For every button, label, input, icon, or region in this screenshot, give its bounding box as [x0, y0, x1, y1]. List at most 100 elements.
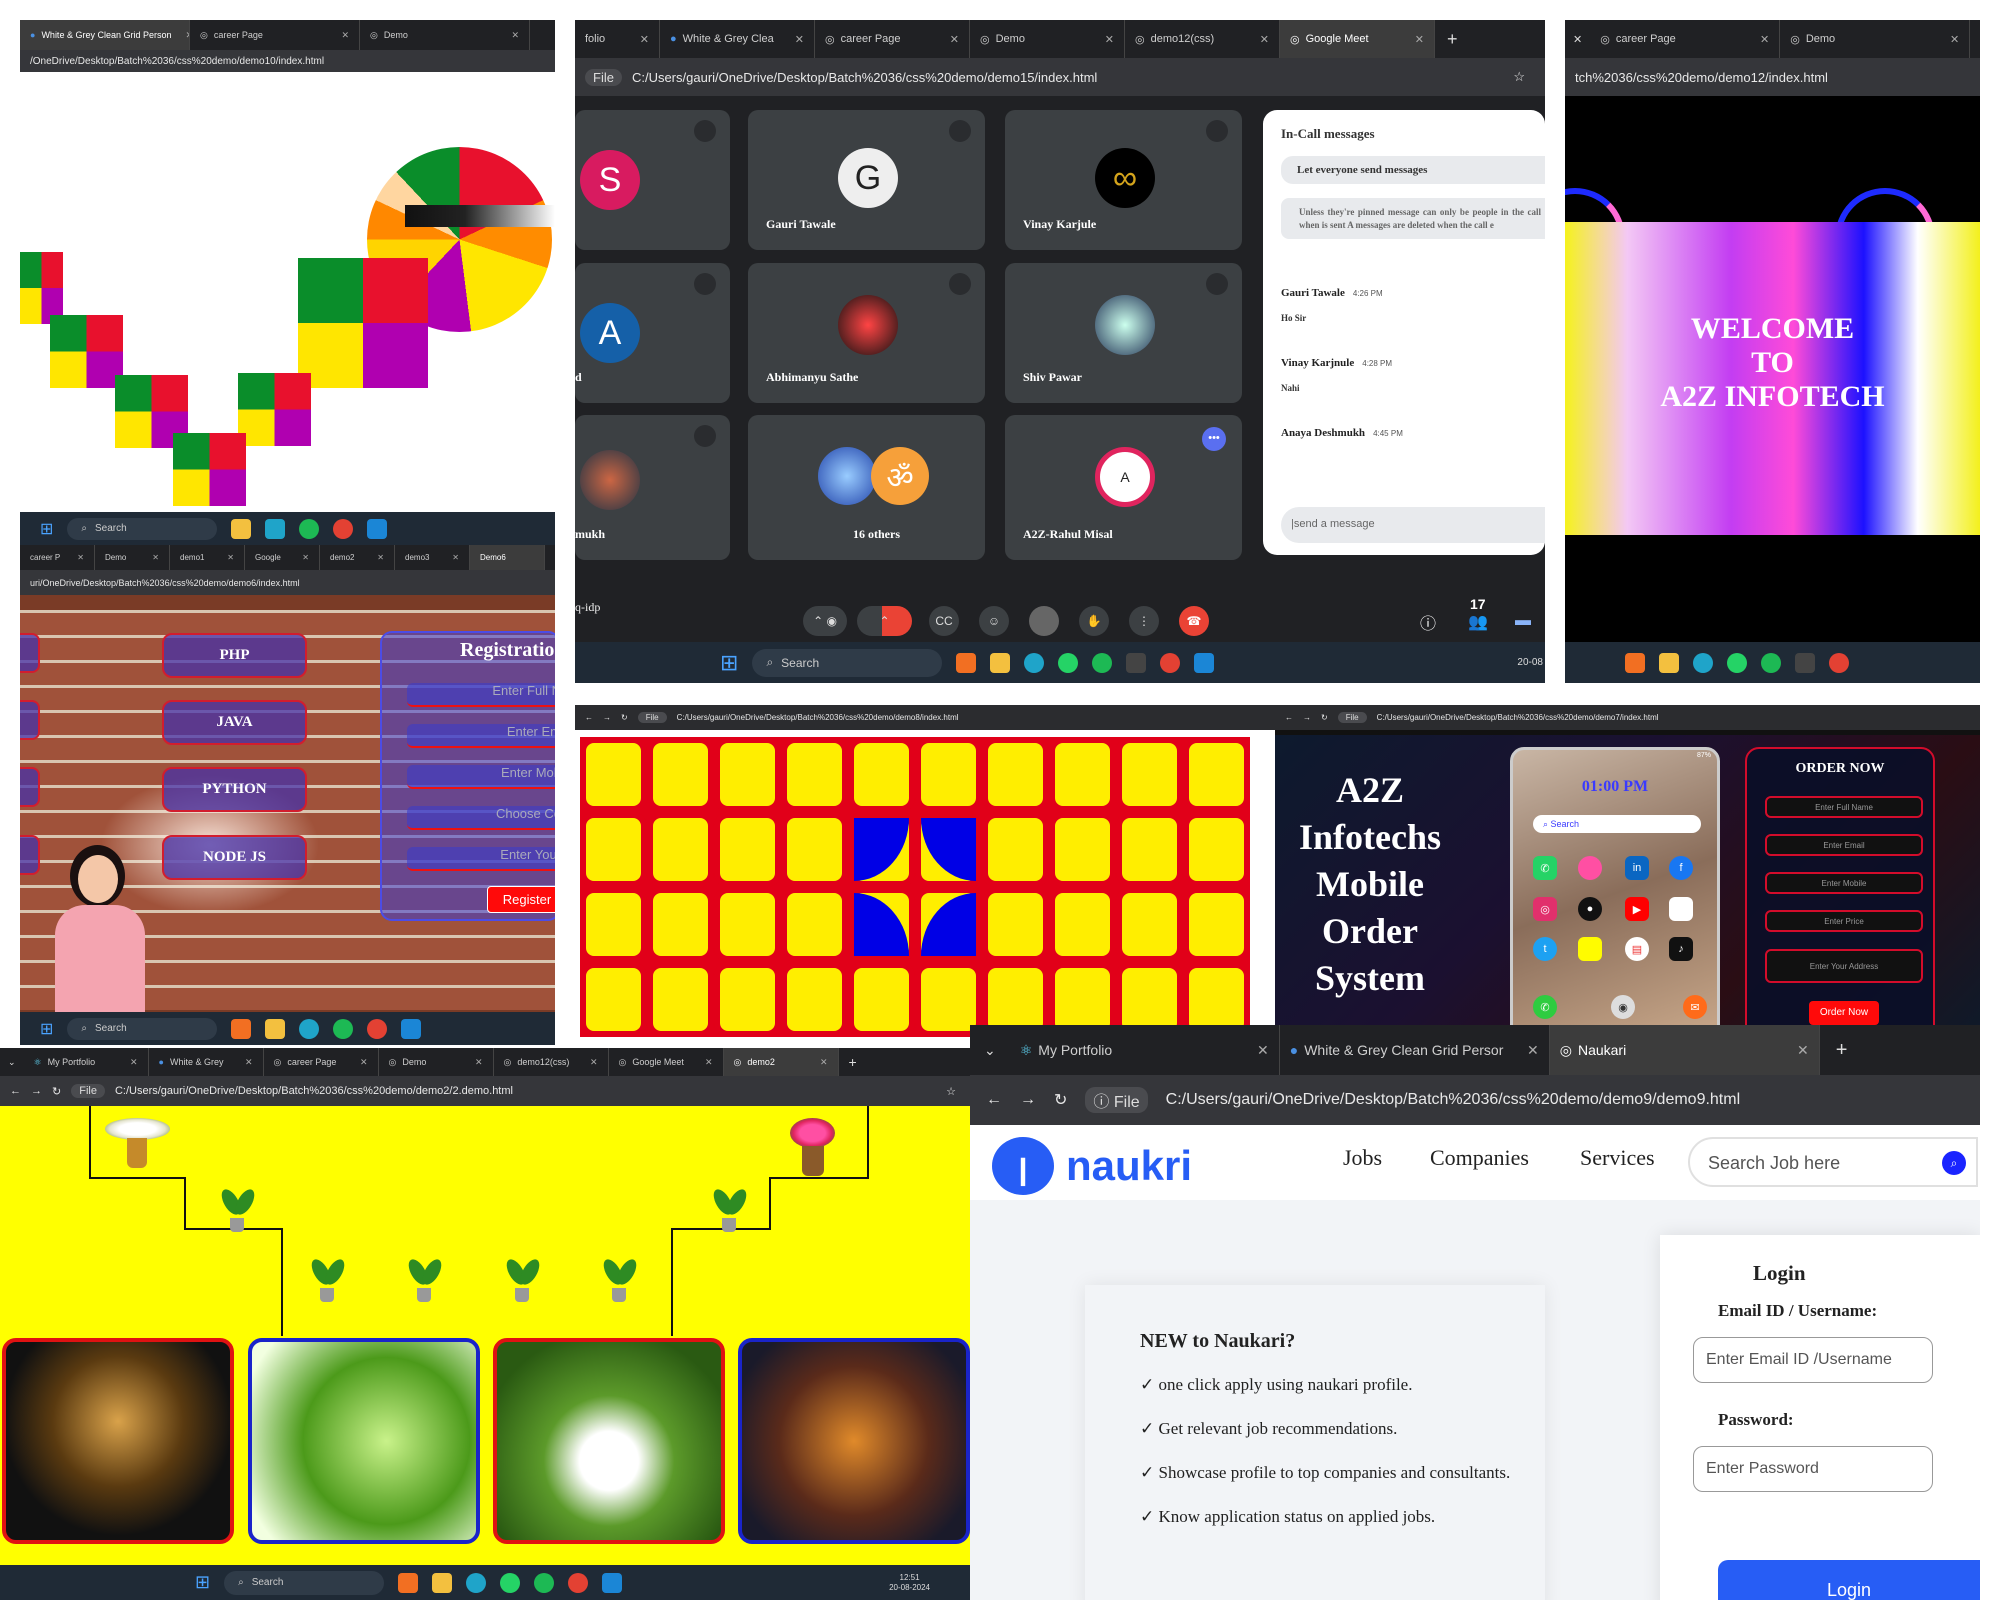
info-icon[interactable]: ⓘ	[1420, 610, 1436, 634]
chevron-down-icon[interactable]: ⌄	[970, 1042, 1010, 1059]
sublime-icon[interactable]	[1625, 652, 1645, 673]
mobile-input[interactable]: Enter Mobile	[1765, 872, 1923, 894]
address-bar[interactable]: tch%2036/css%20demo/demo12/index.html	[1565, 58, 1980, 96]
more-options-icon[interactable]: •••	[1202, 427, 1226, 451]
emoji-button[interactable]: ☺	[979, 606, 1009, 636]
github-icon[interactable]: ●	[1578, 897, 1602, 921]
camera-off-button[interactable]: ⌃	[857, 606, 912, 636]
tab[interactable]: ◎ career Page ✕	[1590, 20, 1781, 58]
tab[interactable]: demo3 ✕	[395, 545, 470, 570]
chevron-down-icon[interactable]: ⌄	[0, 1057, 24, 1068]
taskbar-search[interactable]: ⌕ Search	[67, 517, 218, 540]
password-input[interactable]: Enter Password	[1693, 1446, 1933, 1492]
file-explorer-icon[interactable]	[990, 652, 1011, 673]
close-icon[interactable]: ✕	[369, 553, 384, 562]
back-icon[interactable]: ←	[585, 713, 593, 722]
new-tab-icon[interactable]: +	[1820, 1039, 1848, 1062]
facebook-icon[interactable]: f	[1669, 856, 1693, 880]
price-input[interactable]: Enter Price	[1765, 910, 1923, 932]
phone-search[interactable]: ⌕ Search	[1533, 815, 1701, 833]
mic-button[interactable]: ⌃ ◉	[803, 606, 847, 636]
tab[interactable]: ◎ demo12(css) ✕	[494, 1048, 609, 1076]
spotify-icon[interactable]	[1092, 652, 1113, 673]
course-button-php[interactable]: PHP	[162, 633, 307, 678]
tab[interactable]: ◎ career Page ✕	[815, 20, 970, 58]
edge-icon[interactable]	[1024, 652, 1045, 673]
close-icon[interactable]: ✕	[1252, 33, 1269, 46]
close-icon[interactable]: ✕	[178, 30, 190, 41]
taskbar-search[interactable]: ⌕ Search	[752, 648, 943, 677]
captions-button[interactable]: CC	[929, 606, 959, 636]
tab[interactable]: ◎ demo2 ✕	[723, 1048, 839, 1076]
close-icon[interactable]: ✕	[352, 1057, 368, 1068]
spotify-icon[interactable]	[534, 1572, 555, 1593]
file-explorer-icon[interactable]	[432, 1572, 453, 1593]
nav-services[interactable]: Services	[1580, 1145, 1655, 1171]
edge-icon[interactable]	[265, 518, 286, 539]
close-icon[interactable]: ✕	[787, 33, 804, 46]
address-bar[interactable]: ← → ↻ File C:/Users/gauri/OneDrive/Desktop…	[0, 1076, 970, 1106]
back-icon[interactable]: ←	[10, 1085, 21, 1097]
register-button[interactable]: Register	[487, 886, 555, 913]
file-explorer-icon[interactable]	[231, 518, 252, 539]
course-button-java[interactable]: JAVA	[162, 700, 307, 745]
mobile-input[interactable]: Enter Mob	[407, 765, 555, 789]
terminal-icon[interactable]	[1795, 652, 1815, 673]
close-icon[interactable]: ✕	[144, 553, 159, 562]
email-input[interactable]: Enter Email	[1765, 834, 1923, 856]
close-icon[interactable]: ✕	[1565, 33, 1590, 46]
taskbar-search[interactable]: ⌕ Search	[224, 1570, 385, 1595]
close-icon[interactable]: ✕	[1789, 1042, 1809, 1059]
login-button[interactable]: Login	[1718, 1560, 1980, 1600]
taskbar-search[interactable]: ⌕ Search	[67, 1017, 218, 1040]
tab[interactable]: folio ✕	[575, 20, 660, 58]
close-icon[interactable]: ✕	[503, 30, 519, 41]
full-name-input[interactable]: Enter Full N	[407, 683, 555, 707]
app-icon[interactable]	[1578, 856, 1602, 880]
close-icon[interactable]: ✕	[942, 33, 959, 46]
document-icon[interactable]: ▤	[1625, 937, 1649, 961]
nav-companies[interactable]: Companies	[1430, 1145, 1529, 1171]
sublime-icon[interactable]	[231, 1018, 252, 1039]
nav-jobs[interactable]: Jobs	[1343, 1145, 1382, 1171]
reload-icon[interactable]: ↻	[1321, 713, 1328, 722]
twitter-icon[interactable]: t	[1533, 937, 1557, 961]
close-icon[interactable]: ✕	[294, 553, 309, 562]
chrome-icon[interactable]	[333, 518, 354, 539]
close-icon[interactable]: ✕	[444, 553, 459, 562]
close-icon[interactable]: ✕	[333, 30, 349, 41]
close-icon[interactable]: ✕	[1097, 33, 1114, 46]
close-icon[interactable]: ✕	[122, 1057, 138, 1068]
naukri-logo[interactable]: ꞁ naukri	[992, 1137, 1192, 1195]
file-explorer-icon[interactable]	[265, 1018, 286, 1039]
course-button-nodejs[interactable]: NODE JS	[162, 835, 307, 880]
linkedin-icon[interactable]: in	[1625, 856, 1649, 880]
tab[interactable]: ● White & Grey Clea ✕	[660, 20, 815, 58]
close-icon[interactable]: ✕	[632, 33, 649, 46]
reload-icon[interactable]: ↻	[621, 713, 628, 722]
close-icon[interactable]: ✕	[1942, 33, 1959, 46]
terminal-icon[interactable]	[1126, 652, 1147, 673]
windows-icon[interactable]: ⊞	[195, 1572, 210, 1593]
mail-icon[interactable]: ✉	[1683, 995, 1707, 1019]
job-search-input[interactable]: Search Job here ⌕	[1688, 1137, 1978, 1187]
chrome-icon[interactable]	[1160, 652, 1181, 673]
search-icon[interactable]: ⌕	[1942, 1151, 1966, 1175]
star-icon[interactable]: ☆	[1513, 69, 1525, 85]
close-icon[interactable]: ✕	[1407, 33, 1424, 46]
close-icon[interactable]: ✕	[69, 553, 84, 562]
tab[interactable]: Demo6	[470, 545, 545, 570]
sublime-icon[interactable]	[956, 652, 977, 673]
email-input[interactable]: Enter Em	[407, 724, 555, 748]
instagram-icon[interactable]: ◎	[1533, 897, 1557, 921]
close-icon[interactable]: ✕	[219, 553, 234, 562]
course-select[interactable]: Choose Co	[407, 806, 555, 830]
close-icon[interactable]: ✕	[697, 1057, 713, 1068]
sublime-icon[interactable]	[398, 1572, 419, 1593]
spotify-icon[interactable]	[299, 518, 320, 539]
close-icon[interactable]: ✕	[812, 1057, 828, 1068]
vscode-icon[interactable]	[401, 1018, 422, 1039]
camera-icon[interactable]: ◉	[1611, 995, 1635, 1019]
tab[interactable]: ●White & Grey Clean Grid Person✕	[20, 20, 190, 50]
tab[interactable]: ◎ Demo ✕	[379, 1048, 494, 1076]
